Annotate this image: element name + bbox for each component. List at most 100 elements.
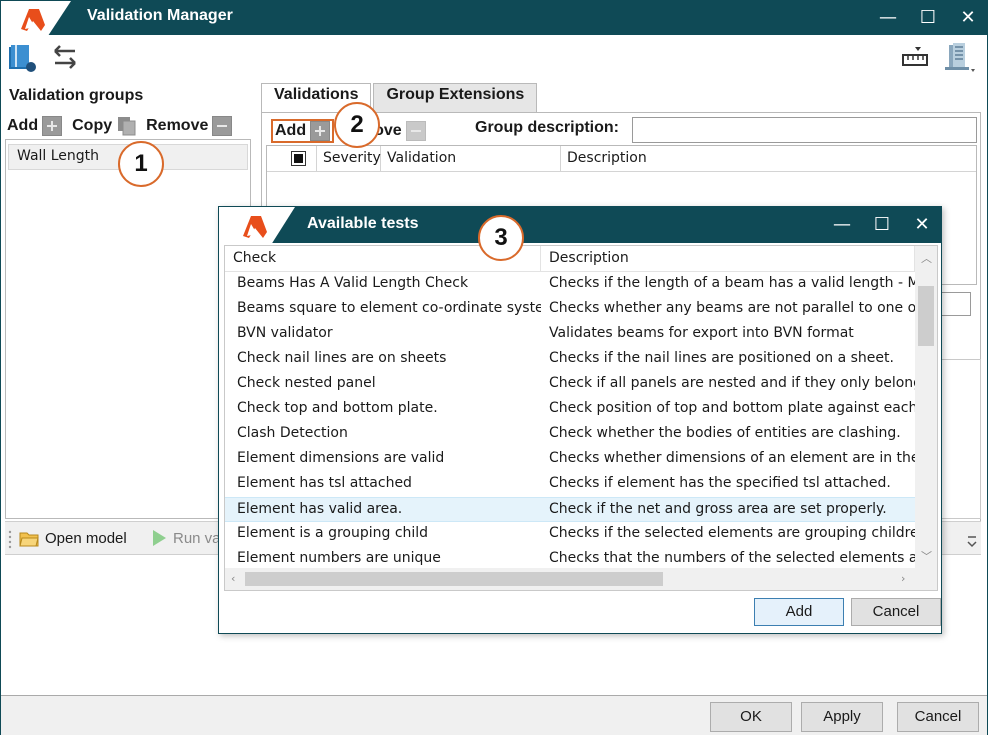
table-row[interactable]: Check top and bottom plate. Check positio…: [225, 397, 915, 422]
check-cell: Element dimensions are valid: [237, 450, 445, 466]
tab-group-extensions[interactable]: Group Extensions: [373, 83, 538, 113]
swap-arrows-icon[interactable]: [49, 41, 81, 73]
description-cell: Validates beams for export into BVN form…: [549, 325, 854, 341]
group-add-label[interactable]: Add: [7, 117, 38, 135]
ok-button[interactable]: OK: [710, 702, 792, 732]
group-description-label: Group description:: [475, 119, 619, 136]
dialog-close-button[interactable]: ✕: [907, 212, 937, 238]
description-cell: Checks whether dimensions of an element …: [549, 450, 915, 466]
group-description-input[interactable]: [632, 117, 977, 143]
check-cell: Clash Detection: [237, 425, 348, 441]
check-cell: Beams Has A Valid Length Check: [237, 275, 469, 291]
checkbox-icon[interactable]: [291, 151, 306, 166]
overflow-chevron-icon[interactable]: [967, 532, 977, 548]
tab-strip: Validations Group Extensions: [261, 83, 539, 113]
table-row[interactable]: Element is a grouping child Checks if the…: [225, 522, 915, 547]
description-cell: Checks if the selected elements are grou…: [549, 525, 915, 541]
copy-icon[interactable]: [116, 115, 138, 137]
toolbar: [1, 35, 987, 81]
group-remove-icon[interactable]: [212, 116, 233, 136]
check-cell: Element has tsl attached: [237, 475, 412, 491]
check-cell: Check top and bottom plate.: [237, 400, 438, 416]
table-row-selected[interactable]: Element has valid area. Check if the net …: [225, 497, 915, 522]
validation-manager-window: Validation Manager — ☐ ✕ Validation grou…: [0, 0, 988, 735]
validation-add-label: Add: [275, 122, 307, 139]
check-cell: Check nested panel: [237, 375, 376, 391]
building-icon[interactable]: [941, 41, 975, 75]
table-row[interactable]: Element dimensions are valid Checks wheth…: [225, 447, 915, 472]
vertical-scrollbar[interactable]: ︿ ﹀: [915, 246, 937, 568]
validation-add-button[interactable]: Add: [271, 119, 335, 143]
check-cell: Beams square to element co-ordinate syst…: [237, 300, 541, 316]
callout-2: 2: [334, 102, 380, 148]
description-cell: Check if all panels are nested and if th…: [549, 375, 915, 391]
column-severity[interactable]: Severity: [317, 146, 381, 172]
group-actions: Add Copy Remove: [7, 115, 233, 137]
validation-remove-icon[interactable]: [405, 121, 426, 141]
app-logo: [1, 1, 71, 35]
validations-grid-header: Severity Validation Description: [267, 146, 976, 172]
apply-button[interactable]: Apply: [801, 702, 883, 732]
check-cell: Element has valid area.: [237, 501, 403, 517]
table-row[interactable]: Check nested panel Check if all panels ar…: [225, 372, 915, 397]
title-bar: Validation Manager — ☐ ✕: [1, 1, 987, 35]
column-description[interactable]: Description: [561, 146, 974, 172]
dialog-maximize-button[interactable]: ☐: [867, 212, 897, 238]
dialog-title-bar: Available tests — ☐ ✕: [219, 207, 941, 243]
cancel-button[interactable]: Cancel: [897, 702, 979, 732]
grip-icon: [8, 530, 12, 549]
available-tests-rows: Beams Has A Valid Length Check Checks if …: [225, 272, 915, 572]
description-cell: Checks if the nail lines are positioned …: [549, 350, 894, 366]
description-cell: Check position of top and bottom plate a…: [549, 400, 915, 416]
select-all-checkbox[interactable]: [267, 146, 317, 172]
dialog-minimize-button[interactable]: —: [827, 212, 857, 238]
database-book-icon[interactable]: [7, 41, 37, 73]
horizontal-scrollbar[interactable]: ‹ ›: [225, 568, 937, 590]
minimize-button[interactable]: —: [873, 5, 903, 31]
dialog-cancel-button[interactable]: Cancel: [851, 598, 941, 626]
partial-description-box[interactable]: [941, 359, 981, 519]
validation-groups-list[interactable]: Wall Length: [5, 139, 251, 519]
open-model-button[interactable]: Open model: [19, 529, 127, 547]
description-cell: Checks whether any beams are not paralle…: [549, 300, 915, 316]
callout-3: 3: [478, 215, 524, 261]
play-icon: [153, 530, 166, 546]
window-title: Validation Manager: [87, 7, 233, 24]
scroll-left-icon[interactable]: ‹: [231, 572, 235, 585]
ruler-settings-icon[interactable]: [901, 45, 931, 71]
table-row[interactable]: Clash Detection Check whether the bodies …: [225, 422, 915, 447]
column-validation[interactable]: Validation: [381, 146, 561, 172]
check-cell: Element is a grouping child: [237, 525, 429, 541]
run-validation-label: Run va: [173, 529, 221, 547]
table-row[interactable]: Beams Has A Valid Length Check Checks if …: [225, 272, 915, 297]
callout-1: 1: [118, 141, 164, 187]
description-cell: Checks if the length of a beam has a val…: [549, 275, 915, 291]
table-row[interactable]: Beams square to element co-ordinate syst…: [225, 297, 915, 322]
open-model-label: Open model: [45, 529, 127, 547]
app-logo-icon: [21, 9, 45, 31]
scroll-up-icon[interactable]: ︿: [921, 250, 932, 266]
available-tests-grid[interactable]: Check Description Beams Has A Valid Leng…: [224, 245, 938, 591]
vertical-scroll-thumb[interactable]: [918, 286, 934, 346]
column-description[interactable]: Description: [541, 246, 915, 272]
dialog-add-button[interactable]: Add: [754, 598, 844, 626]
maximize-button[interactable]: ☐: [913, 5, 943, 31]
scroll-down-icon[interactable]: ﹀: [921, 548, 932, 564]
partial-input-field[interactable]: [941, 292, 971, 316]
close-button[interactable]: ✕: [953, 5, 983, 31]
footer-bar: OK Apply Cancel: [1, 695, 987, 735]
table-row[interactable]: BVN validator Validates beams for export …: [225, 322, 915, 347]
scroll-right-icon[interactable]: ›: [901, 572, 905, 585]
group-remove-label[interactable]: Remove: [146, 117, 208, 135]
group-copy-label[interactable]: Copy: [72, 117, 112, 135]
folder-icon: [19, 532, 39, 547]
group-add-icon[interactable]: [42, 116, 63, 136]
horizontal-scroll-thumb[interactable]: [245, 572, 663, 586]
check-cell: Check nail lines are on sheets: [237, 350, 447, 366]
table-row[interactable]: Check nail lines are on sheets Checks if …: [225, 347, 915, 372]
run-validation-button[interactable]: Run va: [151, 529, 221, 547]
table-row[interactable]: Element has tsl attached Checks if elemen…: [225, 472, 915, 497]
description-cell: Check if the net and gross area are set …: [549, 501, 887, 517]
available-tests-header: Check Description: [225, 246, 937, 272]
dialog-logo: [219, 207, 295, 243]
